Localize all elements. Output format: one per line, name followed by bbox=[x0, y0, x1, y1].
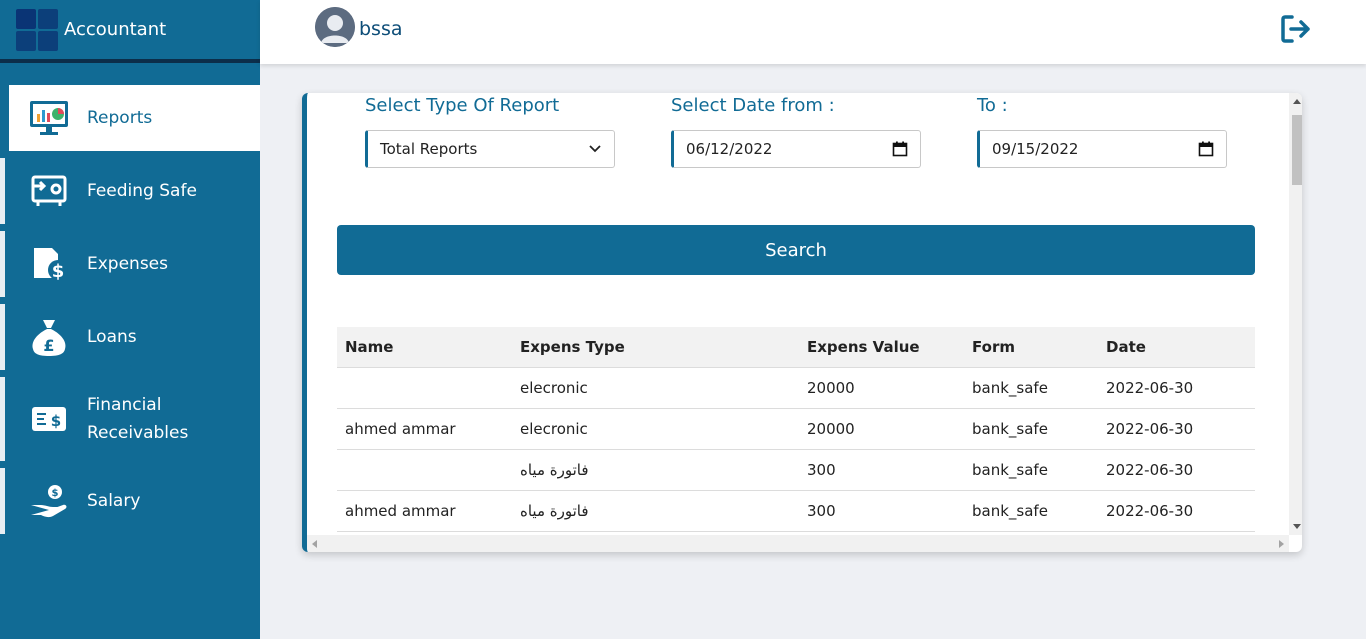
safe-deposit-icon bbox=[27, 171, 71, 211]
date-to-value: 09/15/2022 bbox=[992, 140, 1079, 158]
date-from-label: Select Date from : bbox=[671, 95, 835, 116]
sidebar-item-label: Reports bbox=[87, 108, 153, 128]
search-button[interactable]: Search bbox=[337, 225, 1255, 275]
sidebar-item-label: Loans bbox=[87, 327, 137, 347]
cell-date: 2022-06-30 bbox=[1098, 449, 1255, 491]
cell-name: ahmed ammar bbox=[337, 408, 512, 450]
cell-expense-value: 300 bbox=[799, 449, 964, 491]
report-type-select[interactable]: Total Reports bbox=[365, 130, 615, 168]
cell-expense-value: 300 bbox=[799, 490, 964, 532]
column-header[interactable]: Expens Type bbox=[512, 327, 799, 368]
sidebar-item-financial-receivables[interactable]: $ Financial Receivables bbox=[0, 377, 260, 461]
logout-icon[interactable] bbox=[1280, 14, 1314, 46]
brand-divider bbox=[0, 59, 260, 63]
column-header[interactable]: Form bbox=[964, 327, 1098, 368]
cell-form: bank_safe bbox=[964, 490, 1098, 532]
sidebar-item-expenses[interactable]: $ Expenses bbox=[0, 231, 260, 297]
table-header-row: Name Expens Type Expens Value Form Date bbox=[337, 327, 1255, 368]
cell-date: 2022-06-30 bbox=[1098, 367, 1255, 409]
brand-title: Accountant bbox=[64, 19, 167, 40]
svg-text:£: £ bbox=[43, 336, 54, 355]
brand: Accountant bbox=[0, 0, 260, 60]
sidebar-nav: Reports Feeding Safe $ Expenses £ Loans … bbox=[0, 85, 260, 534]
date-from-input[interactable]: 06/12/2022 bbox=[671, 130, 921, 168]
cell-name bbox=[337, 449, 512, 491]
cell-expense-value: 20000 bbox=[799, 408, 964, 450]
sidebar-item-label: Salary bbox=[87, 491, 141, 511]
table-row: ahmed ammar فاتورة مياه 300 bank_safe 20… bbox=[337, 490, 1255, 532]
brand-logo-icon bbox=[16, 8, 58, 51]
date-from-value: 06/12/2022 bbox=[686, 140, 773, 158]
avatar[interactable] bbox=[315, 7, 355, 47]
chevron-down-icon bbox=[588, 142, 602, 160]
cell-date: 2022-06-30 bbox=[1098, 490, 1255, 532]
scroll-up-icon[interactable] bbox=[1293, 99, 1301, 104]
date-to-input[interactable]: 09/15/2022 bbox=[977, 130, 1227, 168]
report-table: Name Expens Type Expens Value Form Date … bbox=[337, 327, 1255, 532]
sidebar-item-feeding-safe[interactable]: Feeding Safe bbox=[0, 158, 260, 224]
calendar-icon[interactable] bbox=[1198, 141, 1214, 161]
salary-hand-icon: $ bbox=[27, 481, 71, 521]
sidebar-item-label: Financial Receivables bbox=[87, 395, 189, 443]
cell-expense-type: elecronic bbox=[512, 408, 799, 450]
sidebar-item-reports[interactable]: Reports bbox=[4, 85, 260, 151]
table-row: فاتورة مياه 300 bank_safe 2022-06-30 bbox=[337, 449, 1255, 491]
sidebar-item-label: Expenses bbox=[87, 254, 168, 274]
sidebar-item-loans[interactable]: £ Loans bbox=[0, 304, 260, 370]
column-header[interactable]: Expens Value bbox=[799, 327, 964, 368]
table-row: ahmed ammar elecronic 20000 bank_safe 20… bbox=[337, 408, 1255, 450]
top-bar: bssa bbox=[260, 0, 1366, 64]
scroll-down-icon[interactable] bbox=[1293, 524, 1301, 529]
svg-text:$: $ bbox=[51, 412, 61, 430]
cell-expense-type: elecronic bbox=[512, 367, 799, 409]
date-to-label: To : bbox=[977, 95, 1008, 116]
cell-expense-value: 20000 bbox=[799, 367, 964, 409]
vertical-scrollbar[interactable] bbox=[1289, 93, 1302, 535]
calendar-icon[interactable] bbox=[892, 141, 908, 161]
sidebar-item-salary[interactable]: $ Salary bbox=[0, 468, 260, 534]
money-bag-icon: £ bbox=[27, 317, 71, 357]
sidebar-item-label: Feeding Safe bbox=[87, 181, 197, 201]
sidebar: Accountant Reports Feeding Safe $ Expens… bbox=[0, 0, 260, 639]
svg-text:$: $ bbox=[52, 488, 59, 499]
cell-name bbox=[337, 367, 512, 409]
scrollbar-thumb[interactable] bbox=[1292, 115, 1302, 185]
table-row: elecronic 20000 bank_safe 2022-06-30 bbox=[337, 367, 1255, 409]
report-card: Select Type Of Report Select Date from :… bbox=[302, 93, 1302, 552]
scroll-left-icon[interactable] bbox=[312, 540, 317, 548]
cell-expense-type: فاتورة مياه bbox=[512, 449, 799, 491]
scroll-right-icon[interactable] bbox=[1279, 540, 1284, 548]
cash-receivable-icon: $ bbox=[27, 399, 71, 439]
cell-form: bank_safe bbox=[964, 449, 1098, 491]
cell-name: ahmed ammar bbox=[337, 490, 512, 532]
expenses-document-icon: $ bbox=[27, 244, 71, 284]
svg-text:$: $ bbox=[52, 261, 65, 282]
cell-form: bank_safe bbox=[964, 408, 1098, 450]
column-header[interactable]: Date bbox=[1098, 327, 1255, 368]
username: bssa bbox=[359, 18, 403, 40]
column-header[interactable]: Name bbox=[337, 327, 512, 368]
reports-monitor-icon bbox=[27, 98, 71, 138]
cell-expense-type: فاتورة مياه bbox=[512, 490, 799, 532]
horizontal-scrollbar[interactable] bbox=[307, 535, 1289, 552]
report-type-value: Total Reports bbox=[380, 140, 478, 158]
report-type-label: Select Type Of Report bbox=[365, 95, 560, 116]
cell-date: 2022-06-30 bbox=[1098, 408, 1255, 450]
cell-form: bank_safe bbox=[964, 367, 1098, 409]
